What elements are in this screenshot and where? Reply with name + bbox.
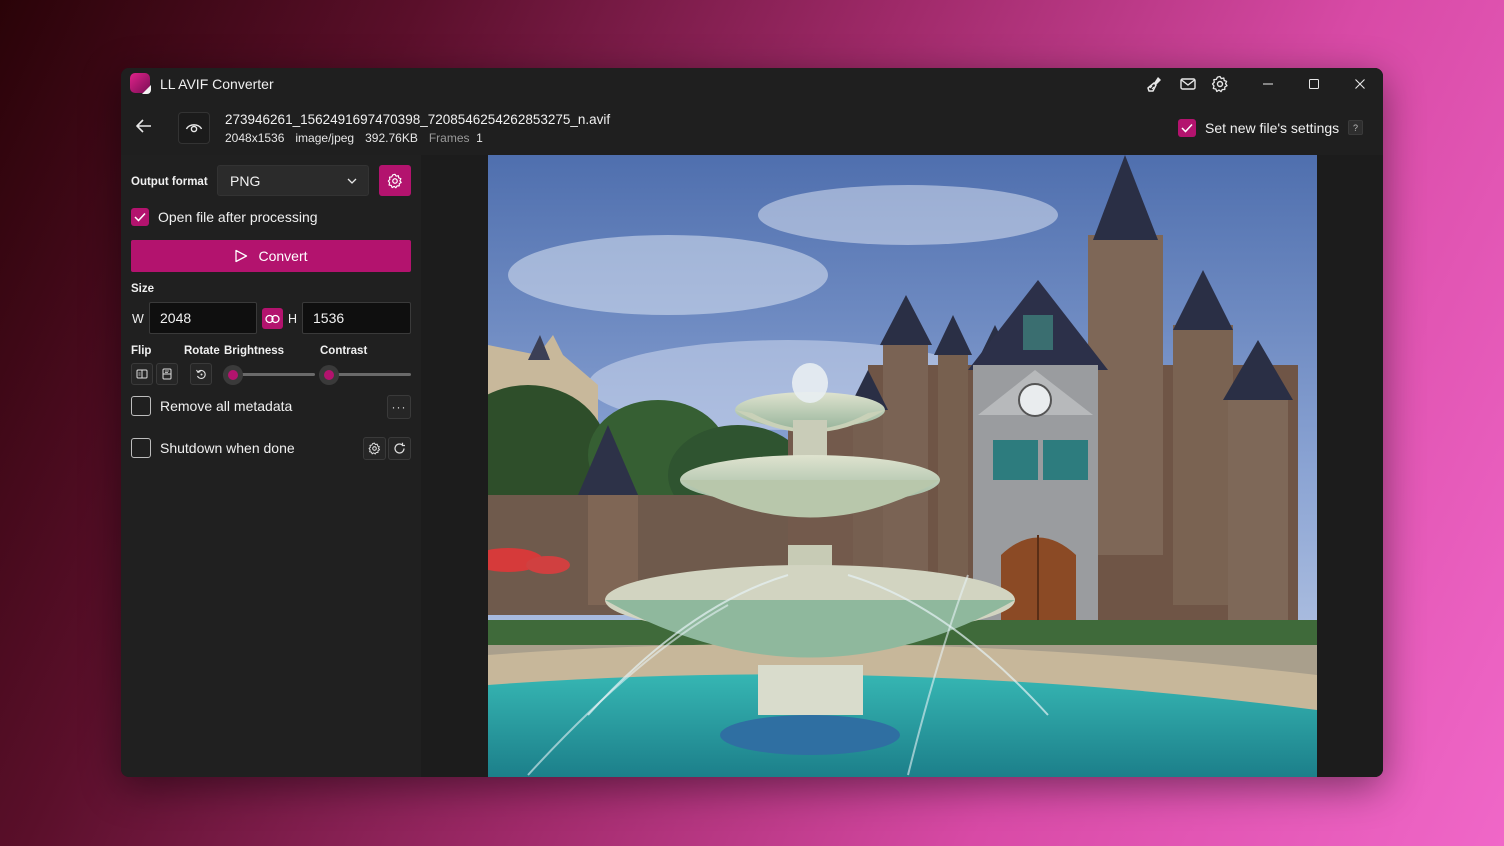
size-label: Size	[131, 283, 155, 295]
remove-metadata-label: Remove all metadata	[160, 398, 293, 414]
file-size: 392.76KB	[365, 131, 418, 145]
mail-icon[interactable]	[1177, 73, 1199, 95]
broom-icon[interactable]	[1144, 73, 1166, 95]
back-arrow-icon[interactable]	[134, 116, 160, 138]
rotate-label: Rotate	[184, 345, 220, 357]
preview-toggle-button[interactable]	[178, 112, 210, 144]
app-window: LL AVIF Converter 273946261_156249169747…	[121, 68, 1383, 777]
help-button[interactable]: ?	[1348, 120, 1363, 135]
link-icon	[265, 314, 280, 323]
output-format-select[interactable]: PNG	[217, 165, 369, 196]
new-settings-label: Set new file's settings	[1205, 120, 1340, 136]
brightness-thumb[interactable]	[223, 365, 243, 385]
minimize-icon[interactable]	[1245, 68, 1291, 99]
play-icon	[235, 249, 248, 263]
width-label: W	[132, 312, 144, 326]
chevron-down-icon	[347, 178, 357, 184]
gear-icon	[368, 442, 381, 455]
preview-area	[421, 155, 1383, 777]
flip-label: Flip	[131, 345, 152, 357]
flip-horizontal-icon	[136, 369, 148, 379]
contrast-label: Contrast	[320, 345, 368, 357]
shutdown-checkbox[interactable]	[131, 438, 151, 458]
new-settings-checkbox[interactable]	[1178, 119, 1196, 137]
castle-photo-image	[488, 155, 1317, 777]
gear-icon	[387, 173, 402, 188]
shutdown-settings-button[interactable]	[363, 437, 386, 460]
close-icon[interactable]	[1337, 68, 1383, 99]
image-preview[interactable]	[488, 155, 1317, 777]
metadata-options-button[interactable]: ···	[387, 395, 411, 419]
frames-label: Frames	[428, 131, 470, 145]
shutdown-label: Shutdown when done	[160, 440, 295, 456]
height-label: H	[288, 312, 298, 326]
file-header: 273946261_1562491697470398_7208546254262…	[121, 99, 1383, 155]
file-mime: image/jpeg	[295, 131, 355, 145]
settings-sidebar: Output format PNG Open file after proces…	[121, 155, 421, 777]
app-logo-icon	[130, 73, 150, 93]
aspect-lock-button[interactable]	[262, 308, 283, 329]
shutdown-toggle[interactable]: Shutdown when done	[131, 438, 295, 458]
contrast-thumb[interactable]	[319, 365, 339, 385]
output-format-label: Output format	[131, 176, 208, 188]
file-name: 273946261_1562491697470398_7208546254262…	[225, 112, 611, 127]
brightness-label: Brightness	[224, 345, 285, 357]
contrast-slider[interactable]	[319, 365, 411, 385]
reset-button[interactable]	[388, 437, 411, 460]
brightness-slider[interactable]	[223, 365, 315, 385]
open-after-label: Open file after processing	[158, 209, 318, 225]
flip-vertical-icon	[162, 368, 172, 380]
file-dimensions: 2048x1536	[225, 131, 285, 145]
refresh-icon	[394, 442, 405, 454]
flip-vertical-button[interactable]	[156, 363, 178, 385]
flip-horizontal-button[interactable]	[131, 363, 153, 385]
remove-metadata-toggle[interactable]: Remove all metadata	[131, 396, 292, 416]
new-settings-toggle[interactable]: Set new file's settings	[1178, 119, 1339, 137]
checkmark-icon	[134, 212, 146, 222]
remove-metadata-checkbox[interactable]	[131, 396, 151, 416]
output-format-value: PNG	[230, 172, 261, 189]
rotate-button[interactable]	[190, 363, 212, 385]
frames-value: 1	[476, 131, 483, 145]
gear-icon[interactable]	[1209, 73, 1231, 95]
eye-icon	[185, 124, 203, 133]
width-input[interactable]: 2048	[149, 302, 257, 334]
convert-button[interactable]: Convert	[131, 240, 411, 272]
open-after-toggle[interactable]: Open file after processing	[131, 208, 318, 226]
convert-label: Convert	[258, 248, 308, 264]
app-title: LL AVIF Converter	[160, 76, 274, 92]
format-settings-button[interactable]	[379, 165, 411, 196]
file-meta: 2048x1536 image/jpeg 392.76KB Frames 1	[225, 131, 483, 145]
height-input[interactable]: 1536	[302, 302, 411, 334]
open-after-checkbox[interactable]	[131, 208, 149, 226]
checkmark-icon	[1181, 123, 1193, 133]
maximize-icon[interactable]	[1291, 68, 1337, 99]
title-bar: LL AVIF Converter	[121, 68, 1383, 99]
rotate-icon	[196, 369, 206, 379]
